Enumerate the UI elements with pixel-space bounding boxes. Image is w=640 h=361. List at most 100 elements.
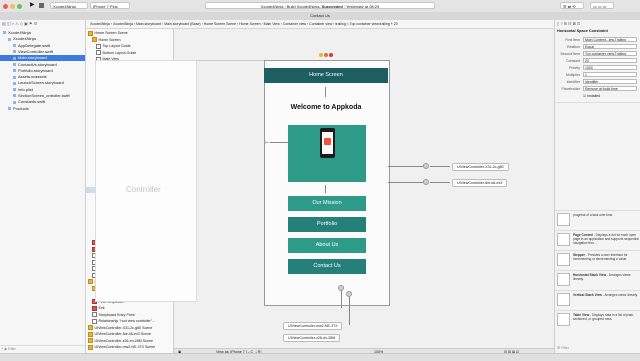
library-item-text: progress of a task over time. bbox=[573, 213, 639, 227]
outline-item[interactable]: Top Layout Guide bbox=[86, 43, 173, 49]
file-icon bbox=[13, 69, 16, 73]
menu-button-our-mission[interactable]: Our Mission bbox=[288, 196, 366, 211]
inspector-divider bbox=[555, 102, 640, 103]
outline-item[interactable]: Exit bbox=[86, 305, 173, 311]
navigator-item[interactable]: ViewController.swift bbox=[0, 49, 85, 55]
exit-icon[interactable] bbox=[329, 53, 334, 57]
outline-item-icon bbox=[88, 331, 93, 337]
editor-mode-segment[interactable]: ☰ ⇄ ⟲ bbox=[560, 2, 584, 9]
breadcrumb-item[interactable]: Home Screen Scene bbox=[204, 22, 236, 26]
outline-item[interactable]: UIViewController-X31-2c-g80 Scene bbox=[86, 325, 173, 331]
outline-item[interactable]: Home Screen bbox=[86, 37, 173, 43]
zoom-window-icon[interactable] bbox=[17, 3, 22, 9]
library-item[interactable]: Horizontal Stack View - Arranges views l… bbox=[555, 270, 640, 289]
inspector-label: Priority bbox=[569, 66, 580, 70]
library-item[interactable]: Table View - Displays data in a list of … bbox=[555, 310, 640, 329]
segue-target-label[interactable]: UIViewController-mw2-NE-37X bbox=[283, 322, 343, 330]
library-item-icon bbox=[557, 233, 570, 246]
navigator-item[interactable]: Portfolio.storyboard bbox=[0, 68, 85, 74]
segue-icon[interactable] bbox=[423, 163, 429, 169]
file-icon bbox=[13, 94, 16, 98]
inspector-field[interactable]: Remove at build time bbox=[583, 86, 637, 91]
menu-button-portfolio[interactable]: Portfolio bbox=[288, 217, 366, 232]
navigator-item[interactable]: Main.storyboard bbox=[0, 55, 85, 62]
stop-icon[interactable] bbox=[39, 3, 44, 8]
inspector-field[interactable]: 1000 bbox=[583, 65, 637, 70]
outline-item-icon bbox=[88, 325, 93, 331]
segue-target-label[interactable]: UIViewController-X31-2c-g80 bbox=[452, 163, 509, 171]
breadcrumb-item[interactable]: Home Screen bbox=[239, 22, 260, 26]
outline-item[interactable]: UIViewController-8re-k6-ex3 Scene bbox=[86, 331, 173, 337]
breadcrumb-item[interactable]: Xcode4Ninja bbox=[113, 22, 133, 26]
breadcrumb-item[interactable]: Container view bbox=[283, 22, 306, 26]
navigator-item[interactable]: Assets.xcassets bbox=[0, 74, 85, 80]
outline-item[interactable]: Relationship "root view controller"... bbox=[86, 318, 173, 324]
navigator-item[interactable]: AppDelegate.swift bbox=[0, 43, 85, 49]
file-icon bbox=[13, 100, 16, 104]
inspector-tabs-icon[interactable]: ▯ ? ⊞ ⊟ ⊠ ⊡ bbox=[557, 21, 580, 26]
navigator-item[interactable]: Xcode4Ninja bbox=[0, 30, 85, 36]
panel-toggle-segment[interactable]: ▭ ▭ ▭ bbox=[590, 2, 614, 9]
inspector-field[interactable]: Equal bbox=[583, 44, 637, 49]
outline-item-label: UIViewController-z26-eh-28M Scene bbox=[94, 338, 153, 343]
inspector-label: First Item bbox=[565, 38, 580, 42]
library-item[interactable]: Vertical Stack View - Arranges views lin… bbox=[555, 290, 640, 309]
scene-dock bbox=[311, 53, 341, 59]
menu-button-about-us[interactable]: About Us bbox=[288, 238, 366, 253]
file-icon bbox=[13, 56, 16, 60]
library-item[interactable]: progress of a task over time. bbox=[555, 210, 640, 229]
inspector-label: Multiplier bbox=[565, 73, 580, 77]
segue-icon[interactable] bbox=[423, 179, 429, 185]
outline-item[interactable]: Storyboard Entry Point bbox=[86, 312, 173, 318]
outline-item[interactable]: Bottom Layout Guide bbox=[86, 50, 173, 56]
breadcrumb-item[interactable]: Xcode4Ninja bbox=[90, 22, 110, 26]
outline-item-icon bbox=[88, 279, 93, 285]
navigator-item[interactable]: Products bbox=[0, 105, 85, 112]
breadcrumb-item[interactable]: Main.storyboard bbox=[136, 22, 161, 26]
outline-item[interactable]: UIViewController-mw2-NE-37X Scene bbox=[86, 344, 173, 350]
navigator-item-label: Products bbox=[13, 105, 29, 111]
navigator-item[interactable]: LaunchScreen.storyboard bbox=[0, 80, 85, 86]
navigator-item[interactable]: SectionScreen_ontroller.swift bbox=[0, 93, 85, 99]
breadcrumb-item[interactable]: Container view bbox=[309, 22, 332, 26]
navigator-item[interactable]: Info.plist bbox=[0, 87, 85, 93]
inspector-field[interactable]: Identifier bbox=[583, 79, 637, 84]
first-responder-icon[interactable] bbox=[324, 53, 328, 57]
inspector-field[interactable]: 20 bbox=[583, 58, 637, 63]
library-item-text: Vertical Stack View - Arranges views lin… bbox=[573, 293, 639, 307]
library-item[interactable]: Page Control - Displays a dot for each o… bbox=[555, 230, 640, 249]
navigator-item[interactable]: Constants.swift bbox=[0, 99, 85, 105]
segue-line-4 bbox=[430, 182, 450, 183]
breadcrumb-item[interactable]: Main.storyboard (Base) bbox=[164, 22, 200, 26]
segue-target-label[interactable]: UIViewController-z26-eh-28M bbox=[283, 334, 341, 342]
navigator-tabs-icon[interactable]: ▤ ◫ ⌕ ⚠ ◇ ▣ ⚑ ☰ bbox=[2, 21, 37, 26]
view-controller-icon[interactable] bbox=[318, 53, 323, 57]
menu-button-contact-us[interactable]: Contact Us bbox=[288, 259, 366, 274]
run-icon[interactable]: ▶ bbox=[30, 2, 35, 9]
tab-contact-us[interactable]: Contact Us bbox=[310, 13, 330, 18]
segue-target-label[interactable]: UIViewController-8re-k6-ex3 bbox=[452, 179, 508, 187]
library-filter[interactable]: ☰ Filter bbox=[557, 346, 569, 350]
navigator-item[interactable]: Xcode4Ninja bbox=[0, 36, 85, 42]
device-selector[interactable]: iPhone 7 Plus bbox=[90, 2, 130, 9]
close-window-icon[interactable] bbox=[3, 3, 8, 9]
breadcrumb-item[interactable]: trailing = Top container view.trailing +… bbox=[335, 22, 397, 26]
constraint-indicator-2[interactable] bbox=[325, 185, 326, 193]
outline-item[interactable]: UIViewController-z26-eh-28M Scene bbox=[86, 338, 173, 344]
installed-checkbox[interactable]: ☑ Installed bbox=[583, 94, 600, 98]
breadcrumb-item[interactable]: Main View bbox=[264, 22, 280, 26]
outline-item[interactable]: Home Screen Scene bbox=[86, 30, 173, 36]
navigator-filter[interactable]: + ◉ Filter bbox=[0, 345, 85, 353]
library-item[interactable]: Stepper - Provides a user interface for … bbox=[555, 250, 640, 269]
inspector-field[interactable]: Main Content...iew.Trailing bbox=[583, 37, 637, 42]
navigator-item[interactable]: ContactUs.storyboard bbox=[0, 62, 85, 68]
inspector-field[interactable]: Top container view.Trailing bbox=[583, 51, 637, 56]
constraint-indicator[interactable] bbox=[325, 87, 326, 97]
library-item-text: Page Control - Displays a dot for each o… bbox=[573, 233, 639, 247]
minimize-window-icon[interactable] bbox=[10, 3, 15, 9]
scheme-selector[interactable]: Xcode4Ninja bbox=[50, 2, 88, 9]
library-item-icon bbox=[557, 253, 570, 266]
inspector-field[interactable]: 1 bbox=[583, 72, 637, 77]
welcome-label[interactable]: Welcome to Appkoda bbox=[264, 104, 388, 111]
navigation-controller-ghost[interactable]: Controller bbox=[95, 60, 197, 302]
